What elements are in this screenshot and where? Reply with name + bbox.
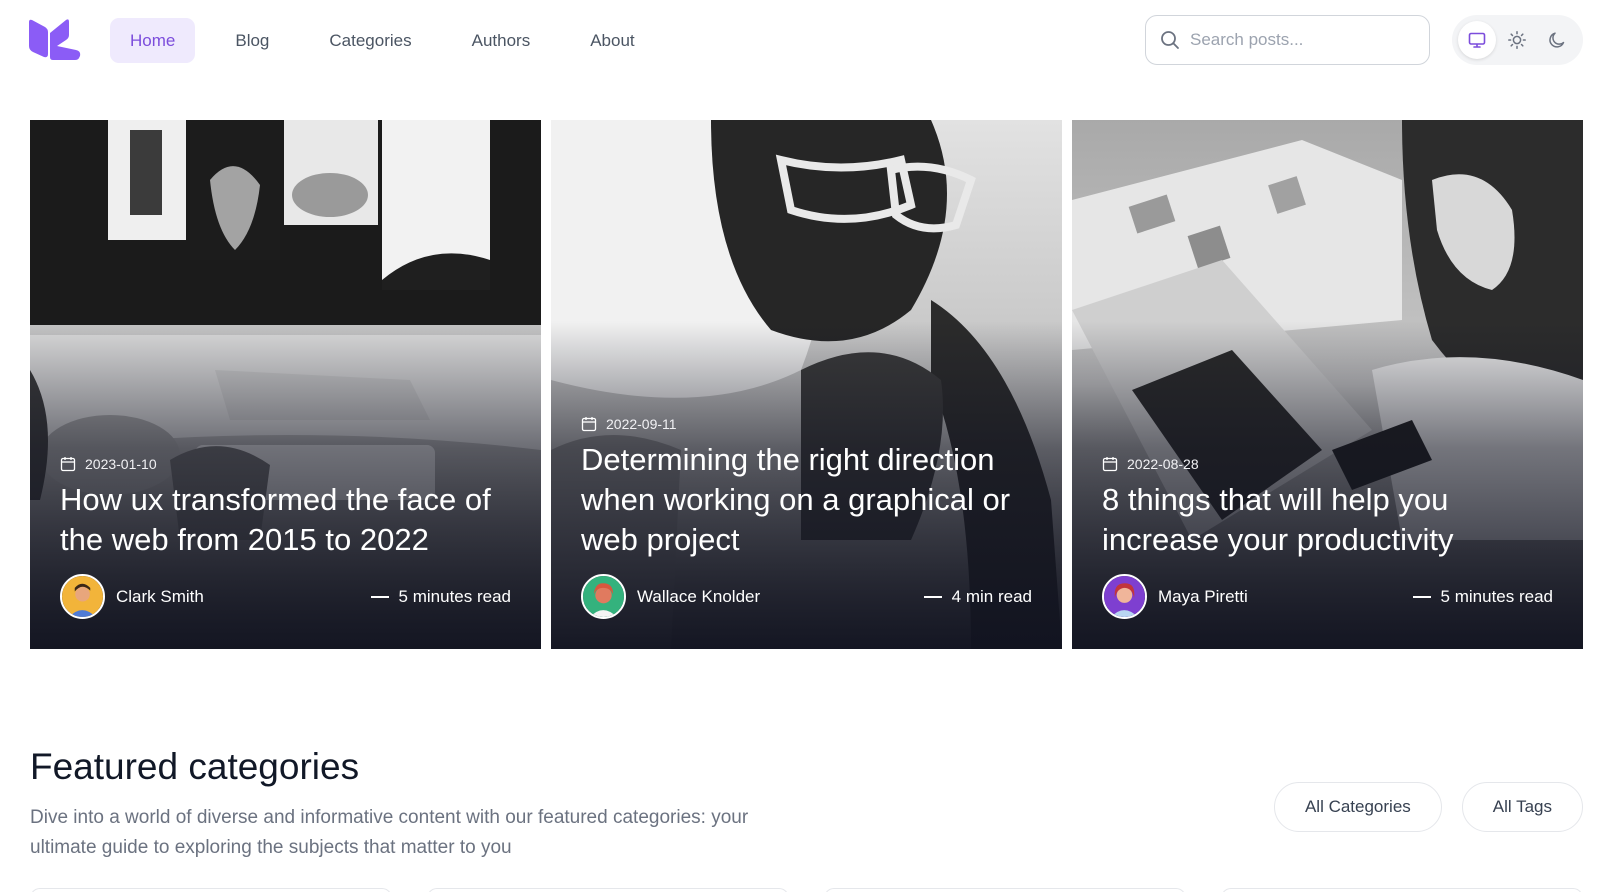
read-time: 5 minutes read [1412, 586, 1553, 607]
theme-switcher [1452, 15, 1583, 65]
post-card-content: 2022-09-11 Determining the right directi… [581, 416, 1032, 619]
author-name: Maya Piretti [1158, 586, 1248, 606]
post-date-text: 2022-09-11 [606, 416, 677, 432]
category-cards-row [30, 888, 1583, 892]
dash-divider [1412, 595, 1431, 598]
category-card[interactable] [824, 888, 1186, 892]
post-meta: Clark Smith 5 minutes read [60, 574, 511, 619]
post-date-text: 2022-08-28 [1127, 456, 1199, 472]
avatar [1102, 574, 1147, 619]
featured-categories-section: Featured categories Dive into a world of… [30, 745, 1583, 863]
category-actions: All Categories All Tags [1273, 782, 1583, 832]
post-card-content: 2023-01-10 How ux transformed the face o… [60, 456, 511, 619]
nav-categories[interactable]: Categories [309, 18, 431, 63]
post-card-content: 2022-08-28 8 things that will help you i… [1102, 456, 1553, 619]
read-time: 5 minutes read [370, 586, 511, 607]
dash-divider [923, 595, 942, 598]
theme-system-button[interactable] [1458, 21, 1496, 59]
theme-light-button[interactable] [1498, 21, 1536, 59]
category-card[interactable] [30, 888, 392, 892]
dash-divider [370, 595, 389, 598]
avatar [581, 574, 626, 619]
post-title[interactable]: How ux transformed the face of the web f… [60, 480, 511, 560]
site-header: Home Blog Categories Authors About [0, 0, 1607, 80]
post-date-text: 2023-01-10 [85, 456, 157, 472]
post-meta: Maya Piretti 5 minutes read [1102, 574, 1553, 619]
post-card[interactable]: 2022-09-11 Determining the right directi… [551, 120, 1062, 649]
post-date: 2022-09-11 [581, 416, 1032, 432]
post-title[interactable]: Determining the right direction when wor… [581, 440, 1032, 560]
post-card[interactable]: 2023-01-10 How ux transformed the face o… [30, 120, 541, 649]
all-categories-button[interactable]: All Categories [1273, 782, 1442, 832]
main-nav: Home Blog Categories Authors About [110, 18, 675, 63]
post-author[interactable]: Clark Smith [60, 574, 204, 619]
read-time-text: 4 min read [951, 586, 1032, 606]
all-tags-button[interactable]: All Tags [1461, 782, 1583, 832]
calendar-icon [1102, 457, 1118, 472]
nav-blog[interactable]: Blog [215, 18, 289, 63]
post-meta: Wallace Knolder 4 min read [581, 574, 1032, 619]
brand-logo[interactable] [29, 19, 81, 60]
search-input[interactable] [1190, 30, 1410, 50]
nav-home[interactable]: Home [110, 18, 196, 63]
calendar-icon [581, 417, 597, 432]
post-title[interactable]: 8 things that will help you increase you… [1102, 480, 1553, 560]
featured-posts: 2023-01-10 How ux transformed the face o… [30, 120, 1583, 649]
post-author[interactable]: Wallace Knolder [581, 574, 760, 619]
section-description: Dive into a world of diverse and informa… [30, 807, 749, 858]
post-author[interactable]: Maya Piretti [1102, 574, 1248, 619]
moon-icon [1549, 32, 1565, 48]
category-card[interactable] [427, 888, 789, 892]
monitor-icon [1468, 32, 1486, 48]
read-time: 4 min read [923, 586, 1032, 607]
search-box[interactable] [1145, 15, 1430, 65]
search-icon [1161, 31, 1179, 49]
nav-about[interactable]: About [570, 18, 654, 63]
read-time-text: 5 minutes read [398, 586, 511, 606]
nav-authors[interactable]: Authors [452, 18, 551, 63]
post-card[interactable]: 2022-08-28 8 things that will help you i… [1072, 120, 1583, 649]
category-card[interactable] [1221, 888, 1583, 892]
author-name: Clark Smith [116, 586, 204, 606]
post-date: 2022-08-28 [1102, 456, 1553, 472]
sun-icon [1508, 31, 1526, 49]
author-name: Wallace Knolder [637, 586, 761, 606]
post-date: 2023-01-10 [60, 456, 511, 472]
avatar [60, 574, 105, 619]
calendar-icon [60, 457, 76, 472]
read-time-text: 5 minutes read [1440, 586, 1553, 606]
theme-dark-button[interactable] [1538, 21, 1576, 59]
